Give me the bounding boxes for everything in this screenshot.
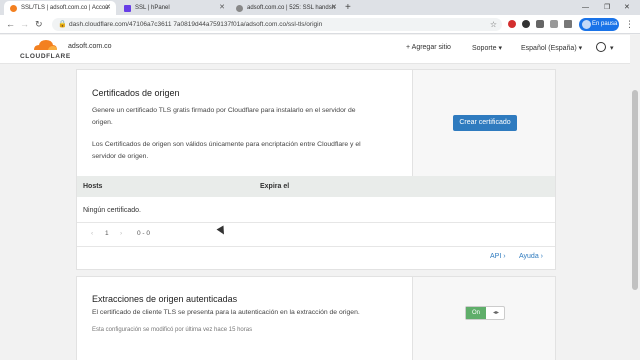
toggle-handle-icon: ◂▸ xyxy=(492,310,500,316)
globe-favicon-icon xyxy=(236,5,243,12)
tab-hpanel[interactable]: SSL | hPanel ✕ xyxy=(118,1,230,15)
action-pane: Crear certificado xyxy=(412,70,555,176)
avatar xyxy=(582,20,591,29)
last-modified-note: Esta configuración se modificó por últim… xyxy=(92,327,253,333)
url-text: dash.cloudflare.com/47106a7c3611 7a0819d… xyxy=(69,21,323,28)
account-name[interactable]: adsoft.com.co xyxy=(68,43,112,50)
forward-icon[interactable]: → xyxy=(20,18,29,31)
create-certificate-button[interactable]: Crear certificado xyxy=(453,115,517,131)
add-site-link[interactable]: + Agregar sitio xyxy=(406,44,451,51)
close-tab-icon[interactable]: ✕ xyxy=(219,1,225,15)
cloudflare-favicon-icon xyxy=(10,5,17,12)
logo-text: CLOUDFLARE xyxy=(20,53,71,60)
profile-paused-button[interactable]: En pausa xyxy=(579,18,619,31)
previous-page-icon[interactable]: ‹ xyxy=(91,230,93,237)
extensions-puzzle-icon[interactable] xyxy=(564,20,572,28)
description-line: Los Certificados de origen son válidos ú… xyxy=(92,141,361,148)
scrollbar-thumb[interactable] xyxy=(632,90,638,290)
maximize-button[interactable]: ❐ xyxy=(604,1,610,15)
pagination-range: 0 - 0 xyxy=(137,230,151,237)
description-line: origen. xyxy=(92,119,113,126)
support-menu[interactable]: Soporte ▾ xyxy=(472,44,502,52)
bookmark-star-icon[interactable]: ☆ xyxy=(490,18,497,31)
extension-red-icon[interactable] xyxy=(508,20,516,28)
table-header: Hosts Expira el xyxy=(77,176,555,197)
user-icon[interactable] xyxy=(596,42,606,52)
minimize-button[interactable]: — xyxy=(582,1,589,15)
card-title: Extracciones de origen autenticadas xyxy=(92,294,238,304)
page-scrollbar[interactable] xyxy=(630,35,640,360)
new-tab-button[interactable]: + xyxy=(345,1,351,15)
extension-dark-icon[interactable] xyxy=(522,20,530,28)
cloudflare-logo-icon[interactable] xyxy=(32,38,58,51)
divider xyxy=(77,246,555,247)
action-pane: On ◂▸ xyxy=(412,277,555,360)
chrome-menu-icon[interactable]: ⋮ xyxy=(625,18,634,31)
authenticated-pulls-toggle[interactable]: On ◂▸ xyxy=(465,306,505,320)
tab-ssl-tls[interactable]: SSL/TLS | adsoft.com.co | Accou ✕ xyxy=(4,1,116,15)
card-title: Certificados de origen xyxy=(92,88,180,98)
description-line: Genere un certificado TLS gratis firmado… xyxy=(92,107,356,114)
column-header-hosts[interactable]: Hosts xyxy=(83,183,102,190)
tab-525-error[interactable]: adsoft.com.co | 525: SSL handsh ✕ xyxy=(230,1,342,15)
description-line: servidor de origen. xyxy=(92,153,149,160)
tab-title: SSL/TLS | adsoft.com.co | Accou xyxy=(21,5,109,11)
cloudflare-header: CLOUDFLARE adsoft.com.co + Agregar sitio… xyxy=(0,35,630,64)
description-line: El certificado de cliente TLS se present… xyxy=(92,309,360,316)
close-tab-icon[interactable]: ✕ xyxy=(105,1,111,15)
close-window-button[interactable]: ✕ xyxy=(624,1,630,15)
user-menu-chevron-down-icon[interactable]: ▾ xyxy=(610,44,614,52)
page-number[interactable]: 1 xyxy=(105,230,109,237)
tab-title: adsoft.com.co | 525: SSL handsh xyxy=(247,5,336,11)
divider xyxy=(77,222,555,223)
back-icon[interactable]: ← xyxy=(6,18,15,31)
lock-icon: 🔒 xyxy=(58,21,67,28)
reload-icon[interactable]: ↻ xyxy=(35,18,43,31)
authenticated-origin-pulls-card: Extracciones de origen autenticadas El c… xyxy=(76,276,556,360)
extension-gray-icon[interactable] xyxy=(536,20,544,28)
toggle-on-state: On xyxy=(466,307,486,319)
next-page-icon[interactable]: › xyxy=(120,230,122,237)
close-tab-icon[interactable]: ✕ xyxy=(331,1,337,15)
browser-toolbar: ← → ↻ 🔒 dash.cloudflare.com/47106a7c3611… xyxy=(0,15,640,34)
empty-table-message: Ningún certificado. xyxy=(83,207,141,214)
api-link[interactable]: API › xyxy=(490,253,506,260)
column-header-expires[interactable]: Expira el xyxy=(260,183,289,190)
tab-title: SSL | hPanel xyxy=(135,5,170,11)
pause-label: En pausa xyxy=(592,21,618,27)
hpanel-favicon-icon xyxy=(124,5,131,12)
help-link[interactable]: Ayuda › xyxy=(519,253,543,260)
browser-tab-strip: SSL/TLS | adsoft.com.co | Accou ✕ SSL | … xyxy=(0,0,640,15)
language-menu[interactable]: Español (España) ▾ xyxy=(521,44,582,52)
address-bar[interactable]: 🔒 dash.cloudflare.com/47106a7c3611 7a081… xyxy=(52,18,502,31)
extension-square-icon[interactable] xyxy=(550,20,558,28)
origin-certificates-card: Certificados de origen Genere un certifi… xyxy=(76,69,556,270)
